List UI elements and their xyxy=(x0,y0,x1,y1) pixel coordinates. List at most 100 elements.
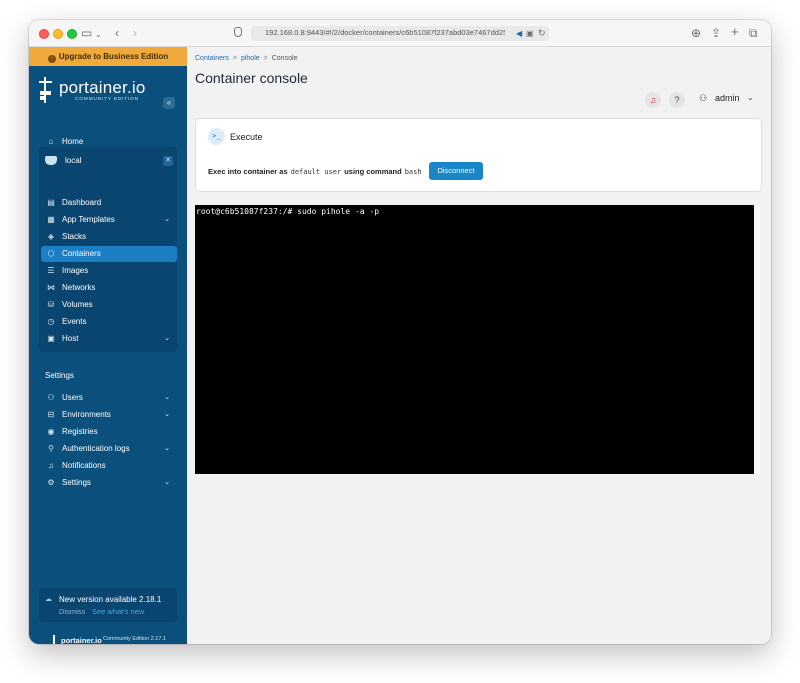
terminal-scrollbar[interactable] xyxy=(754,205,760,474)
upgrade-label: Upgrade to Business Edition xyxy=(58,52,169,61)
breadcrumb-containers-link[interactable]: Containers xyxy=(195,55,229,62)
sidebar-item-label: Images xyxy=(62,266,89,275)
sidebar-toggle-icon[interactable]: ▭ xyxy=(81,26,92,40)
sidebar-item-label: Volumes xyxy=(62,300,93,309)
new-tab-icon[interactable]: + xyxy=(731,25,739,39)
crane-icon xyxy=(39,77,53,103)
breadcrumb-pihole-link[interactable]: pihole xyxy=(241,55,260,62)
settings-section-title: Settings xyxy=(45,371,74,380)
chevron-down-icon[interactable]: ⌄ xyxy=(95,28,102,42)
upgrade-banner[interactable]: ↑ Upgrade to Business Edition xyxy=(29,47,187,66)
docker-icon xyxy=(45,156,57,165)
sidebar-item-notifications[interactable]: ♫ Notifications xyxy=(41,458,177,474)
address-bar[interactable]: 192.168.0.8:9443/#!/2/docker/containers/… xyxy=(251,26,549,41)
sidebar-item-environments[interactable]: ⊟ Environments ⌄ xyxy=(41,407,177,423)
exec-command: bash xyxy=(404,168,422,176)
close-window-button[interactable] xyxy=(39,29,49,39)
environment-header[interactable]: local ✕ xyxy=(41,153,175,169)
footer-brand: portainer.io xyxy=(61,636,102,644)
environment-name: local xyxy=(65,156,82,165)
chevron-down-icon: ⌄ xyxy=(164,335,170,342)
sidebar-item-label: App Templates xyxy=(62,215,115,224)
stacks-icon: ◈ xyxy=(47,232,55,241)
chevron-down-icon: ⌄ xyxy=(164,394,170,401)
sidebar-item-settings[interactable]: ⚙ Settings ⌄ xyxy=(41,475,177,491)
reload-icon[interactable]: ↻ xyxy=(538,26,546,40)
download-icon[interactable]: ⊕ xyxy=(691,26,701,40)
auth-logs-icon: ⚲ xyxy=(48,444,54,453)
browser-window: ▭ ⌄ ‹ › 192.168.0.8:9443/#!/2/docker/con… xyxy=(29,20,771,644)
terminal[interactable]: root@c6b51087f237:/# sudo pihole -a -p xyxy=(195,205,754,474)
sidebar-item-images[interactable]: ☰ Images xyxy=(41,263,177,279)
logo-subtitle: COMMUNITY EDITION xyxy=(75,97,139,102)
sidebar-item-app-templates[interactable]: ▦ App Templates ⌄ xyxy=(41,212,177,228)
sidebar-item-volumes[interactable]: ⛁ Volumes xyxy=(41,297,177,313)
sidebar-item-host[interactable]: ▣ Host ⌄ xyxy=(41,331,177,347)
upgrade-icon: ↑ xyxy=(47,55,56,63)
sidebar-item-events[interactable]: ◷ Events xyxy=(41,314,177,330)
breadcrumb-current: Console xyxy=(271,55,298,62)
zoom-window-button[interactable] xyxy=(67,29,77,39)
bell-icon: ♫ xyxy=(48,461,54,470)
chevron-down-icon[interactable]: ⌄ xyxy=(747,93,754,102)
footer-edition: Community Edition 2.17.1 xyxy=(103,636,166,642)
environments-icon: ⊟ xyxy=(47,410,55,419)
back-icon[interactable]: ‹ xyxy=(115,26,119,40)
disconnect-button[interactable]: Disconnect xyxy=(429,162,483,180)
main-content: Containers > pihole > Console Container cons… xyxy=(187,47,771,644)
sidebar-item-stacks[interactable]: ◈ Stacks xyxy=(41,229,177,245)
crane-icon xyxy=(53,635,58,644)
close-environment-icon[interactable]: ✕ xyxy=(163,156,173,166)
audio-icon[interactable]: ◀ xyxy=(516,27,522,41)
sidebar-item-label: Containers xyxy=(62,249,101,258)
update-title: New version available 2.18.1 xyxy=(59,595,162,604)
chevron-down-icon: ⌄ xyxy=(164,445,170,452)
dashboard-icon: ▤ xyxy=(47,198,55,207)
terminal-line: root@c6b51087f237:/# sudo pihole -a -p xyxy=(196,207,380,216)
sidebar-item-label: Users xyxy=(62,393,83,402)
sidebar-item-label: Authentication logs xyxy=(62,444,130,453)
logo-text: portainer.io xyxy=(59,78,146,97)
share-icon[interactable]: ⇪ xyxy=(711,26,721,40)
containers-icon: ⬡ xyxy=(47,249,55,258)
registries-icon: ◉ xyxy=(47,427,55,436)
templates-icon: ▦ xyxy=(47,215,55,224)
breadcrumb-separator: > xyxy=(232,55,237,62)
user-icon[interactable]: ⚇ xyxy=(699,93,707,104)
gear-icon: ⚙ xyxy=(47,478,55,487)
cloud-download-icon: ☁ xyxy=(45,596,52,603)
collapse-sidebar-button[interactable]: « xyxy=(163,97,175,109)
sidebar-item-label: Environments xyxy=(62,410,111,419)
sidebar-item-networks[interactable]: ⋈ Networks xyxy=(41,280,177,296)
portainer-logo[interactable]: portainer.io COMMUNITY EDITION xyxy=(39,77,159,105)
help-icon[interactable]: ? xyxy=(669,92,685,108)
sidebar-item-label: Dashboard xyxy=(62,198,102,207)
sidebar-item-label: Notifications xyxy=(62,461,106,470)
browser-titlebar: ▭ ⌄ ‹ › 192.168.0.8:9443/#!/2/docker/con… xyxy=(29,20,771,47)
minimize-window-button[interactable] xyxy=(53,29,63,39)
sidebar-item-users[interactable]: ⚇ Users ⌄ xyxy=(41,390,177,406)
privacy-shield-icon[interactable] xyxy=(234,27,242,37)
sidebar-item-label: Registries xyxy=(62,427,98,436)
networks-icon: ⋈ xyxy=(47,283,55,292)
exec-user: default user xyxy=(290,168,342,176)
sidebar-item-label: Host xyxy=(62,334,79,343)
exec-prefix: Exec into container as xyxy=(208,167,288,176)
sidebar-item-registries[interactable]: ◉ Registries xyxy=(41,424,177,440)
tab-overview-icon[interactable]: ⧉ xyxy=(749,26,758,40)
sidebar-item-authentication-logs[interactable]: ⚲ Authentication logs ⌄ xyxy=(41,441,177,457)
sidebar-item-label: Stacks xyxy=(62,232,87,241)
forward-icon[interactable]: › xyxy=(133,26,137,40)
volumes-icon: ⛁ xyxy=(47,300,55,309)
whats-new-link[interactable]: See what's new xyxy=(92,607,144,616)
notifications-bell-icon[interactable]: ♫ xyxy=(645,92,661,108)
user-menu-name[interactable]: admin xyxy=(715,93,740,103)
chevron-down-icon: ⌄ xyxy=(164,216,170,223)
footer-logo: portainer.io xyxy=(53,635,102,644)
translate-icon[interactable]: ▣ xyxy=(526,27,534,41)
sidebar: ↑ Upgrade to Business Edition portainer.i… xyxy=(29,47,187,644)
exec-description: Exec into container as default user using … xyxy=(208,167,425,176)
dismiss-link[interactable]: Dismiss xyxy=(59,607,85,616)
sidebar-item-containers[interactable]: ⬡ Containers xyxy=(41,246,177,262)
sidebar-item-dashboard[interactable]: ▤ Dashboard xyxy=(41,195,177,211)
